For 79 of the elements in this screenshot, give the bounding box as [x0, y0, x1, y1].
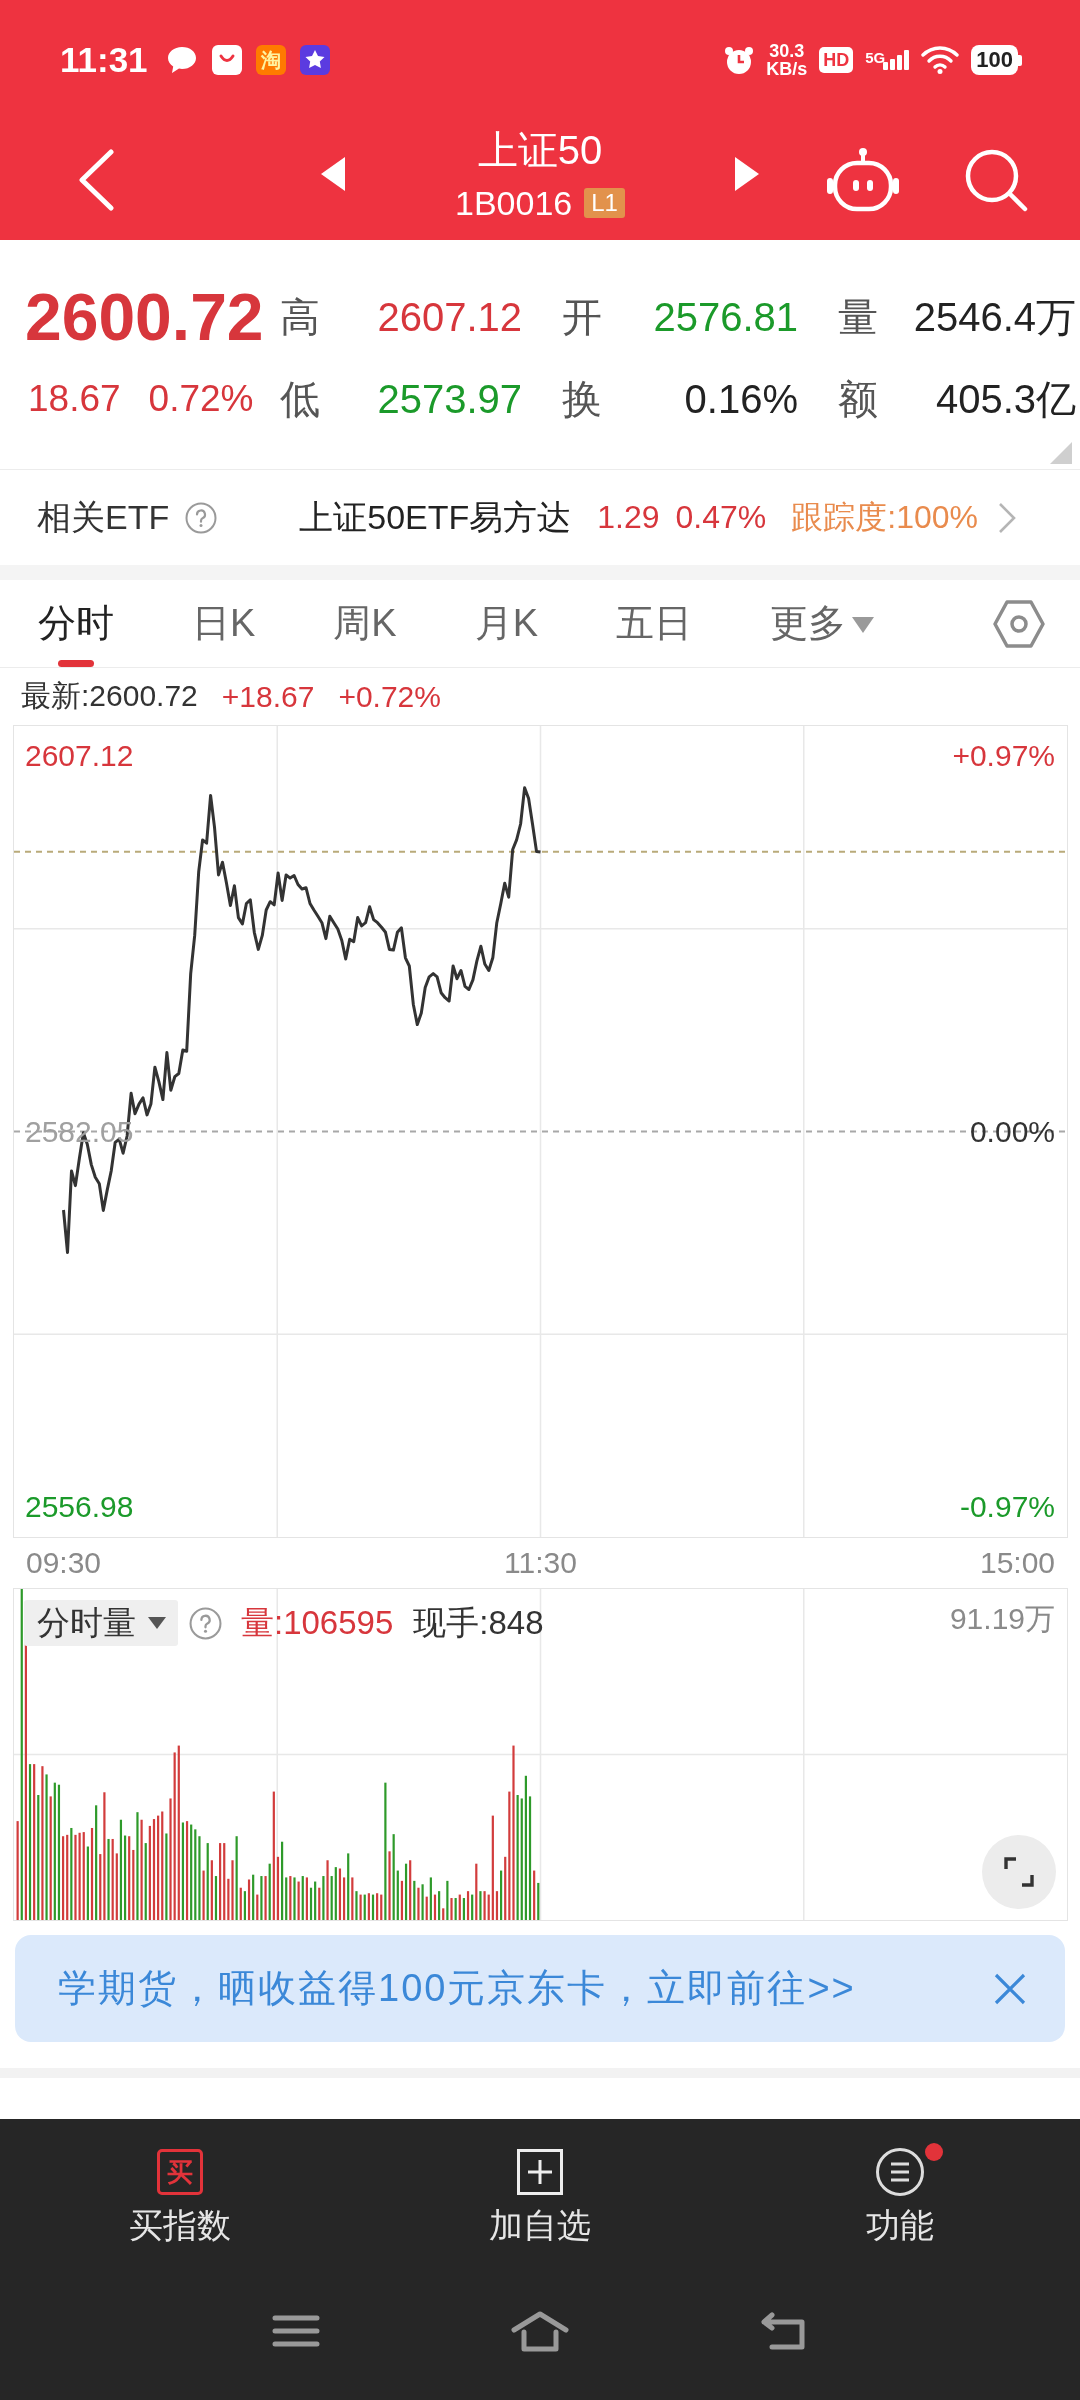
volume-indicator-dropdown[interactable]: 分时量	[24, 1600, 178, 1646]
stat-value: 0.16%	[684, 376, 798, 422]
period-tab[interactable]: 更多	[770, 580, 875, 667]
star-app-icon	[299, 45, 330, 75]
time-axis-label: 09:30	[25, 1545, 102, 1581]
back-icon[interactable]	[77, 149, 115, 211]
chat-bubble-icon	[165, 45, 198, 75]
latest-change-percent: +0.72%	[338, 679, 441, 714]
search-icon[interactable]	[964, 148, 1028, 212]
percent-axis-label: +0.97%	[952, 738, 1055, 774]
wifi-icon	[921, 46, 960, 74]
settings-icon[interactable]	[993, 598, 1045, 649]
stat-value: 2607.12	[377, 294, 522, 340]
period-tab[interactable]: 月K	[474, 580, 539, 667]
period-tab[interactable]: 日K	[192, 580, 256, 667]
time-axis-label: 15:00	[979, 1545, 1056, 1581]
bottom-nav-button[interactable]: 加自选	[449, 2119, 631, 2270]
price-axis-label: 2607.12	[25, 738, 134, 774]
etf-name[interactable]: 上证50ETF易方达	[299, 494, 572, 541]
expand-icon[interactable]	[982, 1835, 1056, 1909]
time-axis-label: 11:30	[504, 1545, 577, 1581]
left-triangle-icon[interactable]	[321, 157, 345, 191]
level-tag: L1	[584, 188, 625, 218]
etf-change-percent: 0.47%	[675, 499, 767, 536]
caret-icon	[148, 1617, 166, 1629]
network-speed-value: 30.3	[769, 42, 805, 60]
promo-banner[interactable]: 学期货，晒收益得100元京东卡，立即前往>>	[15, 1935, 1065, 2042]
plus-square-icon	[517, 2149, 563, 2195]
stat-value: 2546.4万	[913, 293, 1076, 341]
app-notification-tile: 淘	[255, 45, 286, 75]
bottom-nav-button[interactable]: 买 买指数	[89, 2119, 271, 2270]
stat-value: 2576.81	[653, 294, 798, 340]
price-axis-label: 2556.98	[25, 1489, 134, 1525]
home-icon[interactable]	[510, 2310, 570, 2352]
latest-change: +18.67	[221, 679, 315, 714]
volume-max-label: 91.19万	[949, 1601, 1055, 1637]
stock-code: 1B0016	[455, 184, 573, 222]
percent-axis-label: -0.97%	[959, 1489, 1055, 1525]
period-tab[interactable]: 分时	[38, 580, 114, 667]
stock-title: 上证50	[477, 127, 603, 174]
shopping-bag-icon	[211, 45, 242, 75]
right-triangle-icon[interactable]	[735, 157, 759, 191]
stat-label: 额	[838, 375, 878, 423]
alarm-clock-icon	[724, 45, 755, 75]
period-tab[interactable]: 周K	[333, 580, 397, 667]
stat-label: 高	[280, 293, 320, 341]
hd-indicator: HD	[819, 47, 854, 73]
volume-amount: 量:106595	[241, 1602, 394, 1643]
robot-icon[interactable]	[826, 147, 900, 213]
menu-icon[interactable]	[272, 2314, 320, 2348]
current-hand: 现手:848	[413, 1602, 544, 1643]
help-icon[interactable]	[185, 501, 218, 534]
buy-symbol: 买	[157, 2149, 203, 2195]
stat-label: 量	[838, 293, 878, 341]
percent-axis-label: 0.00%	[969, 1113, 1055, 1150]
battery-indicator: 100	[971, 45, 1022, 75]
network-speed-unit: KB/s	[766, 60, 808, 78]
menu-circle-icon	[875, 2147, 925, 2197]
stat-label: 低	[280, 375, 320, 423]
stat-value: 2573.97	[377, 376, 522, 422]
help-icon[interactable]	[189, 1606, 222, 1640]
close-icon[interactable]	[993, 1971, 1027, 2006]
stat-label: 换	[562, 375, 602, 423]
status-time: 11:31	[60, 40, 148, 80]
signal-bars-icon	[883, 50, 910, 70]
etf-price: 1.29	[597, 499, 660, 536]
period-tab[interactable]: 五日	[616, 580, 693, 667]
stat-value: 405.3亿	[935, 375, 1076, 423]
price-change: 18.67	[28, 378, 121, 420]
tracking-degree: 跟踪度:100%	[791, 497, 978, 537]
latest-price: 最新:2600.72	[21, 678, 198, 714]
stat-label: 开	[562, 293, 602, 341]
nav-back-icon[interactable]	[760, 2311, 808, 2351]
network-type-label: 5G	[865, 50, 886, 65]
bottom-nav-button[interactable]: 功能	[826, 2119, 974, 2270]
price-change-percent: 0.72%	[148, 378, 254, 420]
related-etf-label: 相关ETF	[37, 496, 170, 538]
index-price: 2600.72	[25, 282, 264, 352]
promo-text[interactable]: 学期货，晒收益得100元京东卡，立即前往>>	[58, 1963, 856, 2014]
